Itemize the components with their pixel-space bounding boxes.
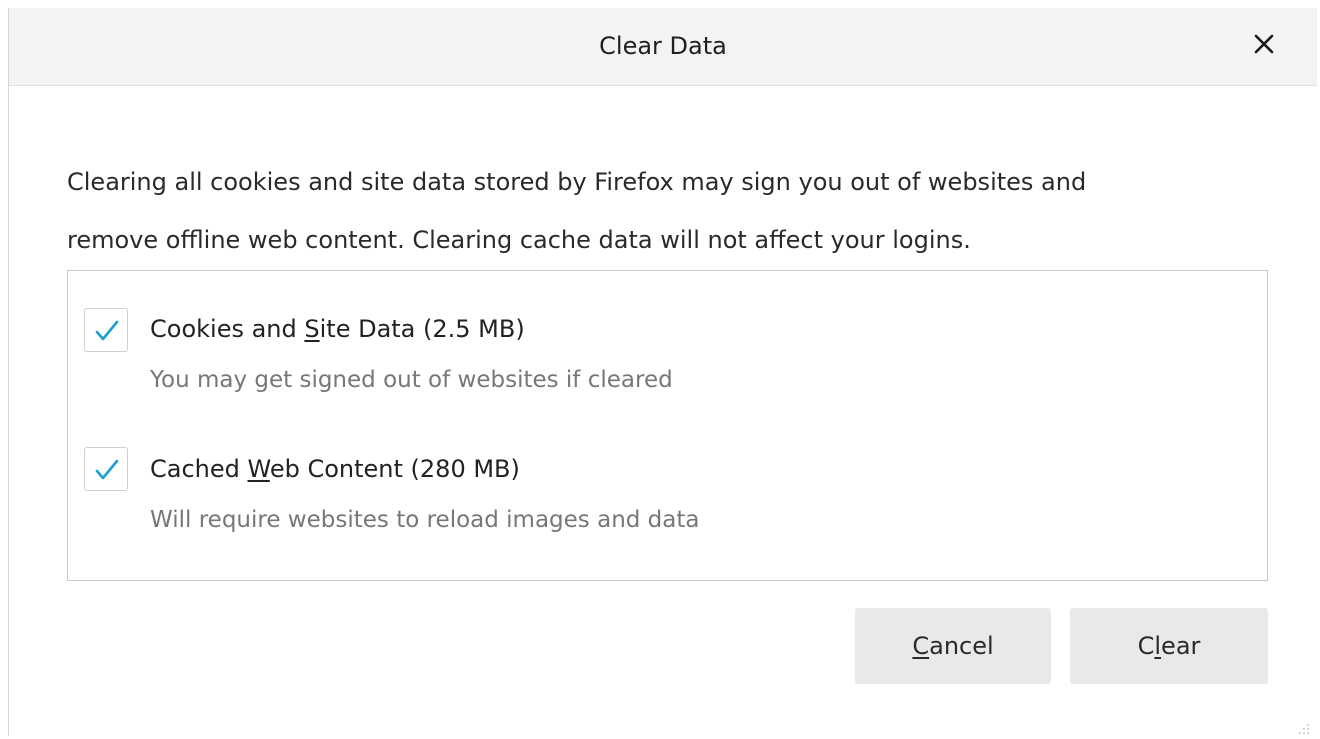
cache-label-text-2: eb Content (280 MB) <box>269 455 520 483</box>
cache-label-mnemonic: W <box>247 455 270 483</box>
cache-label[interactable]: Cached Web Content (280 MB) <box>150 455 520 483</box>
dialog-description: Clearing all cookies and site data store… <box>67 153 1267 269</box>
checkmark-icon <box>95 459 119 480</box>
checkmark-icon <box>95 320 119 341</box>
clear-mnemonic: l <box>1154 632 1162 660</box>
resize-grip-icon[interactable] <box>1298 720 1310 734</box>
clear-label-2: ear <box>1161 632 1201 660</box>
description-line-2: remove offline web content. Clearing cac… <box>67 226 971 254</box>
cancel-label: ancel <box>929 632 994 660</box>
cookies-label[interactable]: Cookies and Site Data (2.5 MB) <box>150 315 525 343</box>
clear-data-dialog: Clear Data Clearing all cookies and site… <box>8 8 1317 736</box>
cookies-label-text-1: Cookies and <box>150 315 305 343</box>
cookies-label-mnemonic: S <box>304 315 320 343</box>
dialog-title: Clear Data <box>599 32 727 60</box>
cache-checkbox[interactable] <box>84 447 128 491</box>
cache-label-text-1: Cached <box>150 455 248 483</box>
cancel-mnemonic: C <box>912 632 930 660</box>
cancel-button[interactable]: Cancel <box>855 608 1051 684</box>
cache-description: Will require websites to reload images a… <box>150 507 700 533</box>
description-line-1: Clearing all cookies and site data store… <box>67 168 1087 196</box>
cookies-checkbox[interactable] <box>84 308 128 352</box>
clear-button[interactable]: Cl ear <box>1070 608 1268 684</box>
options-box: Cookies and Site Data (2.5 MB) You may g… <box>67 270 1268 581</box>
close-icon[interactable] <box>1249 29 1279 59</box>
dialog-titlebar: Clear Data <box>9 8 1317 86</box>
clear-label-1: C <box>1137 632 1155 660</box>
cookies-label-text-2: ite Data (2.5 MB) <box>319 315 525 343</box>
cookies-description: You may get signed out of websites if cl… <box>150 367 673 393</box>
